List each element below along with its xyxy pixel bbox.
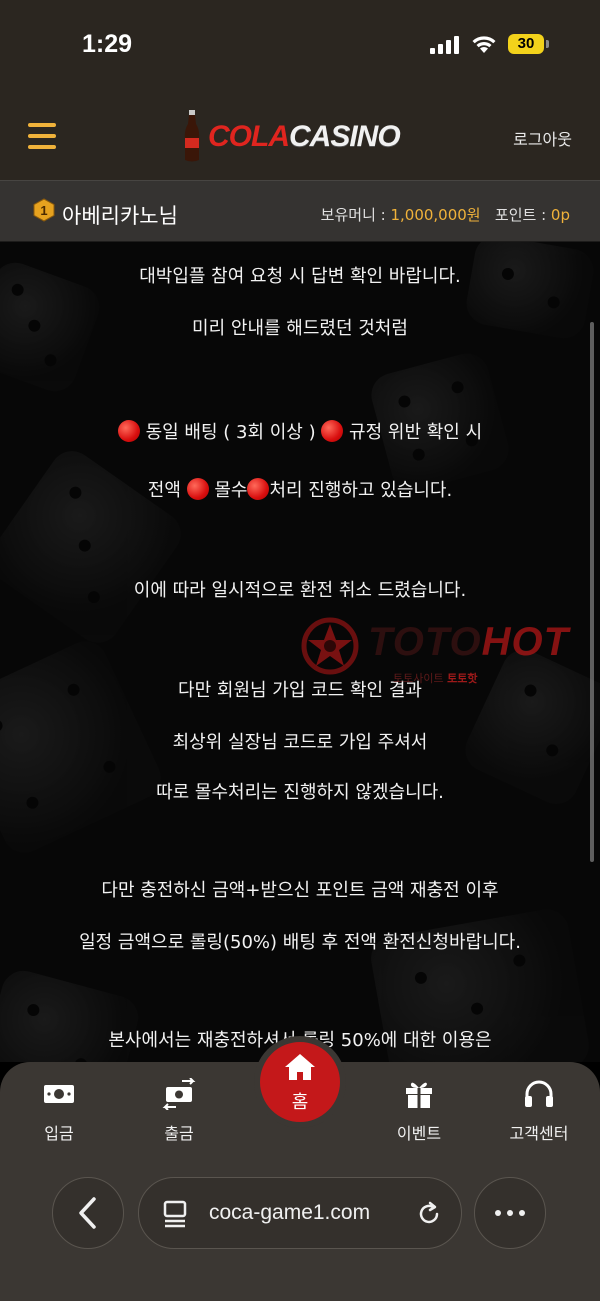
red-dot-icon — [186, 478, 209, 500]
money-exchange-icon — [162, 1077, 196, 1111]
point-value: 0p — [550, 206, 570, 224]
browser-toolbar: coca-game1.com — [0, 1157, 600, 1301]
watermark-subtext: 토토사이트 토토핫 — [393, 672, 478, 685]
battery-tip — [546, 40, 549, 48]
page-menu-icon — [163, 1200, 187, 1228]
level-badge-icon: 1 — [33, 198, 55, 222]
status-time: 1:29 — [82, 30, 133, 58]
message-line: 일정 금액으로 롤링(50%) 배팅 후 전액 환전신청바랍니다. — [79, 932, 521, 953]
menu-icon[interactable] — [28, 123, 56, 149]
watermark-text: TOTOHOT — [368, 620, 570, 664]
message-line: 다만 충전하신 금액+받으신 포인트 금액 재충전 이후 — [101, 880, 499, 901]
status-bar: 1:29 30 — [0, 0, 600, 92]
back-button[interactable] — [52, 1177, 124, 1249]
message-line-forfeit: 전액 몰수 처리 진행하고 있습니다. — [147, 478, 453, 501]
wifi-icon — [472, 36, 496, 53]
nav-home-button[interactable]: 홈 — [254, 1036, 346, 1128]
totohot-watermark: TOTOHOT 토토사이트 토토핫 — [298, 614, 598, 694]
dice-decoration — [0, 442, 190, 652]
nav-event[interactable]: 이벤트 — [374, 1078, 464, 1144]
money-value: 1,000,000원 — [390, 206, 481, 224]
home-icon — [285, 1054, 315, 1080]
red-dot-icon — [117, 420, 140, 442]
cash-icon — [44, 1085, 74, 1103]
headset-icon — [525, 1080, 553, 1107]
nav-withdraw[interactable]: 출금 — [134, 1077, 224, 1144]
message-line: 최상위 실장님 코드로 가입 주셔서 — [172, 732, 428, 753]
red-dot-icon — [321, 420, 344, 442]
url-text: coca-game1.com — [209, 1201, 371, 1224]
message-content: 대박입플 참여 요청 시 답변 확인 바랍니다. 미리 안내를 해드렸던 것처럼… — [0, 242, 600, 1062]
username: 아베리카노님 — [62, 204, 178, 228]
cellular-signal-icon — [430, 36, 462, 54]
svg-text:1: 1 — [40, 203, 47, 218]
money-label: 보유머니 : — [320, 206, 391, 224]
more-dots-icon — [494, 1209, 525, 1216]
url-bar[interactable]: coca-game1.com — [138, 1177, 462, 1249]
message-line-rule: 동일 배팅 ( 3회 이상 ) 규정 위반 확인 시 — [0, 418, 600, 444]
nav-deposit[interactable]: 입금 — [14, 1078, 104, 1144]
message-line: 이에 따라 일시적으로 환전 취소 드렸습니다. — [133, 580, 467, 601]
battery-icon: 30 — [508, 34, 544, 54]
logo-text: COLACASINO — [208, 120, 401, 153]
reload-icon[interactable] — [415, 1200, 443, 1228]
chevron-left-icon — [78, 1196, 96, 1229]
cola-bottle-icon — [184, 110, 200, 162]
app-header: COLACASINO 로그아웃 — [0, 92, 600, 180]
cola-casino-logo[interactable]: COLACASINO — [180, 106, 430, 164]
watermark-flower-icon — [301, 617, 359, 675]
nav-support[interactable]: 고객센터 — [494, 1078, 584, 1144]
message-line: 대박입플 참여 요청 시 답변 확인 바랍니다. — [139, 266, 461, 287]
message-line: 따로 몰수처리는 진행하지 않겠습니다. — [156, 782, 444, 803]
more-options-button[interactable] — [474, 1177, 546, 1249]
balance-info: 보유머니 : 1,000,000원 포인트 : 0p — [321, 204, 570, 225]
gift-icon — [406, 1082, 432, 1108]
red-dot-icon — [247, 478, 270, 500]
message-line: 미리 안내를 해드렸던 것처럼 — [192, 318, 408, 339]
scrollbar[interactable] — [590, 322, 594, 862]
logout-button[interactable]: 로그아웃 — [513, 126, 572, 150]
user-info-bar: 1 아베리카노님 보유머니 : 1,000,000원 포인트 : 0p — [0, 180, 600, 242]
point-label: 포인트 : — [494, 206, 551, 224]
